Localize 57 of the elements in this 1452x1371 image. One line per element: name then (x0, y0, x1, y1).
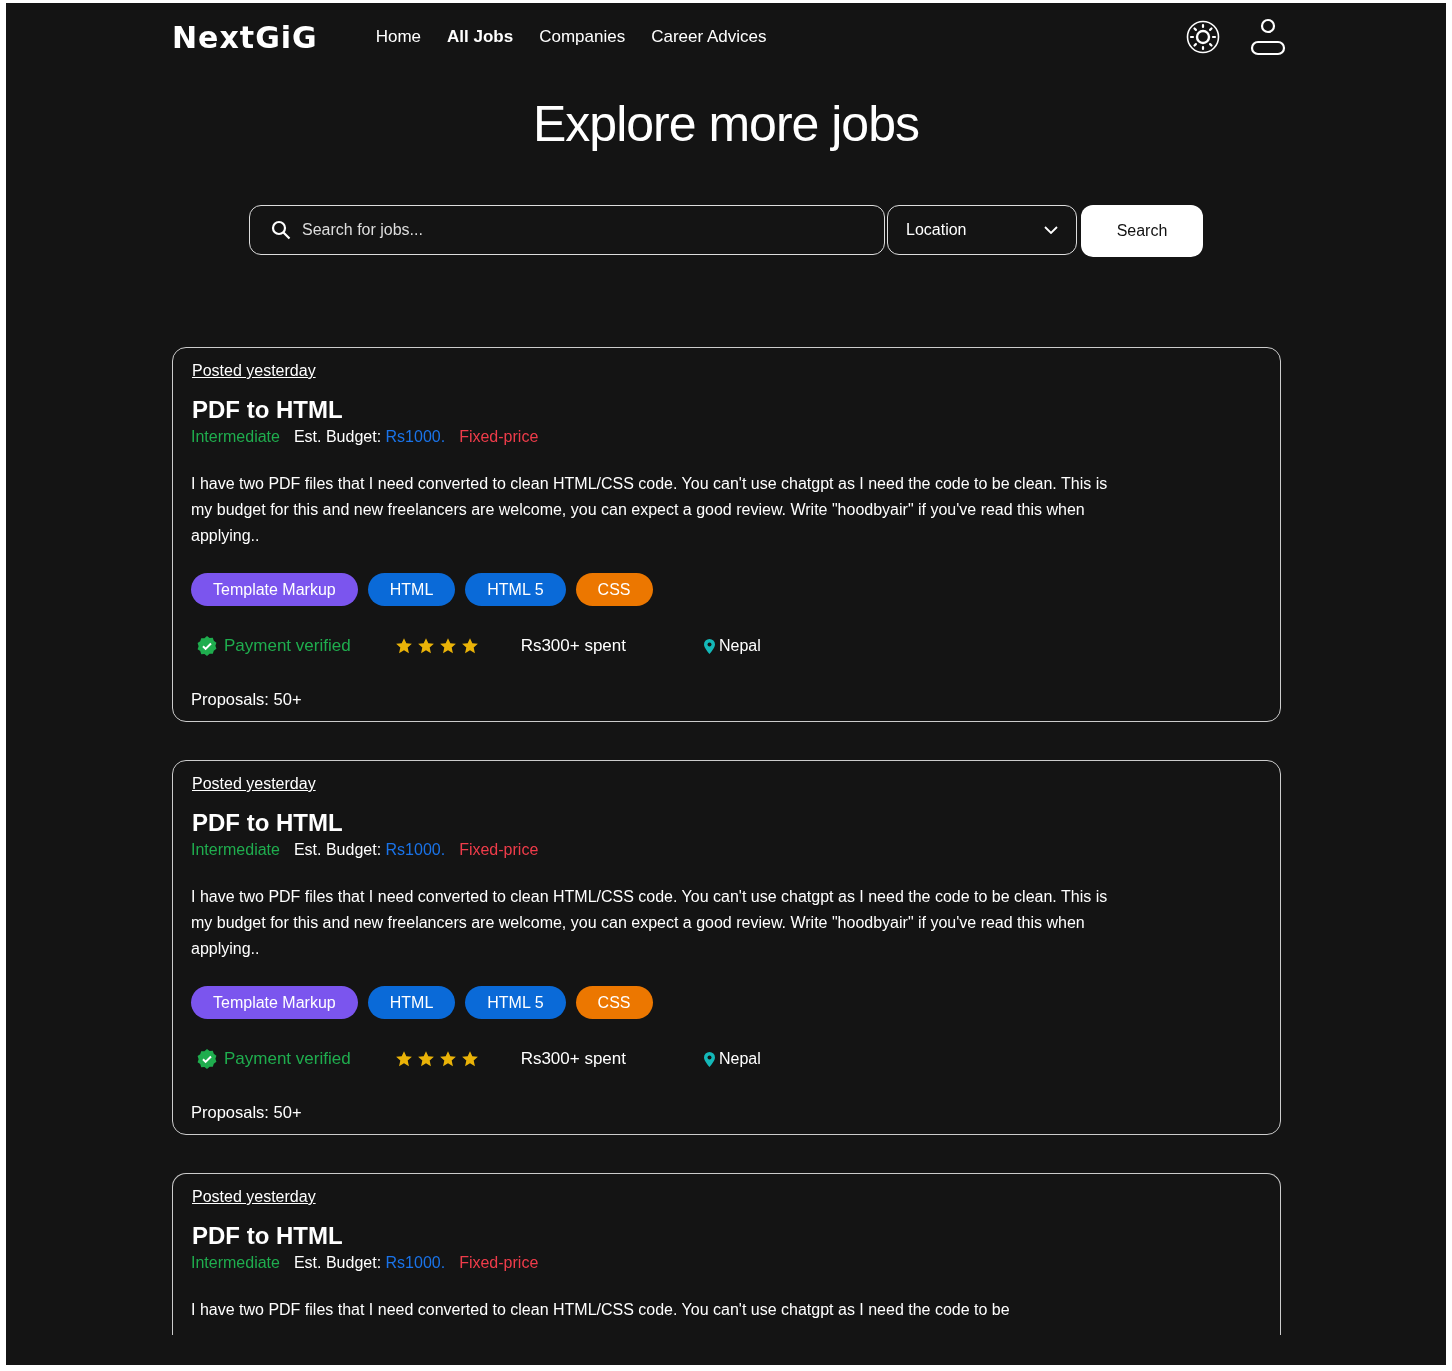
client-location: Nepal (719, 1050, 761, 1068)
client-location: Nepal (719, 637, 761, 655)
skill-tag[interactable]: HTML 5 (465, 986, 566, 1019)
nav-link[interactable]: Career Advices (651, 27, 767, 47)
pricing-type: Fixed-price (459, 841, 539, 859)
proposal-count: Proposals: 50+ (191, 690, 303, 709)
amount-spent: Rs300+ spent (520, 636, 626, 656)
budget-text: Est. Budget: Rs1000. (293, 428, 446, 446)
star-icon (416, 1050, 435, 1068)
skill-tag[interactable]: HTML (367, 986, 456, 1019)
payment-status: Payment verified (224, 636, 351, 656)
star-icon (394, 637, 413, 655)
skill-tag[interactable]: HTML (367, 573, 456, 606)
nav-link[interactable]: All Jobs (447, 27, 514, 47)
star-icon (460, 637, 479, 655)
location-dropdown[interactable]: Location (887, 205, 1077, 255)
star-icon (438, 1050, 457, 1068)
page-title: Explore more jobs (533, 95, 919, 153)
posted-date-link[interactable]: Posted yesterday (192, 1188, 316, 1205)
job-description: I have two PDF files that I need converted to clean HTML/CSS code. You can't use chatgpt as I need the code to be (191, 1300, 1011, 1320)
pricing-type: Fixed-price (459, 428, 539, 446)
proposal-count: Proposals: 50+ (191, 1103, 303, 1122)
search-icon (271, 220, 291, 240)
star-icon (438, 637, 457, 655)
budget-text: Est. Budget: Rs1000. (293, 841, 446, 859)
job-title: PDF to HTML (192, 396, 344, 424)
verified-badge-icon (197, 636, 217, 656)
pricing-type: Fixed-price (459, 1254, 539, 1272)
experience-level: Intermediate (191, 428, 280, 446)
job-title: PDF to HTML (192, 809, 344, 837)
budget-text: Est. Budget: Rs1000. (293, 1254, 446, 1272)
location-pin-icon (704, 1051, 715, 1067)
star-icon (394, 1050, 413, 1068)
skill-tag[interactable]: Template Markup (191, 573, 358, 606)
nav-link[interactable]: Companies (539, 27, 626, 47)
job-description: I have two PDF files that I need converted to clean HTML/CSS code. You can't use chatgpt as I need the code to be clean. This is my budget for this and new freelancers are welcome, you can expect a good review. Write "hoodbyair" if you've read this when applying.. (191, 474, 1109, 546)
job-description: I have two PDF files that I need converted to clean HTML/CSS code. You can't use chatgpt as I need the code to be clean. This is my budget for this and new freelancers are welcome, you can expect a good review. Write "hoodbyair" if you've read this when applying.. (191, 887, 1109, 959)
experience-level: Intermediate (191, 1254, 280, 1272)
nav-link[interactable]: Home (375, 27, 422, 47)
payment-status: Payment verified (224, 1049, 351, 1069)
location-pin-icon (704, 638, 715, 654)
chevron-down-icon (1044, 226, 1058, 234)
settings-icon[interactable] (1186, 20, 1220, 54)
job-title: PDF to HTML (192, 1222, 344, 1250)
brand-logo[interactable]: NextGiG (172, 19, 318, 55)
search-button[interactable]: Search (1081, 205, 1203, 257)
experience-level: Intermediate (191, 841, 280, 859)
skill-tag[interactable]: Template Markup (191, 986, 358, 1019)
search-field[interactable]: Search for jobs... (249, 205, 885, 255)
amount-spent: Rs300+ spent (520, 1049, 626, 1069)
posted-date-link[interactable]: Posted yesterday (192, 775, 316, 792)
verified-badge-icon (197, 1049, 217, 1069)
star-icon (460, 1050, 479, 1068)
skill-tag[interactable]: HTML 5 (465, 573, 566, 606)
posted-date-link[interactable]: Posted yesterday (192, 362, 316, 379)
user-icon[interactable] (1250, 18, 1286, 56)
star-icon (416, 637, 435, 655)
